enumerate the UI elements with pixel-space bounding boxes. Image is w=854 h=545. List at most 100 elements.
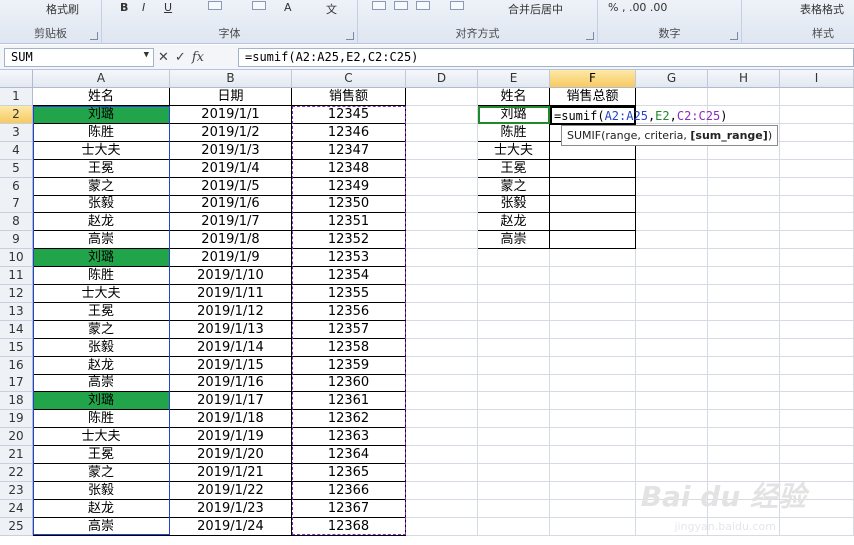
summary-name-cell[interactable]: 蒙之 xyxy=(478,177,550,196)
column-header-i[interactable]: I xyxy=(780,70,854,88)
cell-d17[interactable] xyxy=(406,374,478,393)
cell-i2[interactable] xyxy=(780,105,854,124)
table-cell[interactable]: 12368 xyxy=(292,517,406,536)
cell-g18[interactable] xyxy=(636,392,708,411)
table-cell[interactable]: 蒙之 xyxy=(33,320,170,339)
cell-g16[interactable] xyxy=(636,356,708,375)
row-header-2[interactable]: 2 xyxy=(0,105,33,124)
table-cell[interactable]: 12347 xyxy=(292,141,406,160)
cell-d14[interactable] xyxy=(406,320,478,339)
table-cell[interactable]: 2019/1/8 xyxy=(170,231,292,250)
table-cell[interactable]: 高崇 xyxy=(33,374,170,393)
cell-g17[interactable] xyxy=(636,374,708,393)
cell-e16[interactable] xyxy=(478,356,550,375)
cell-i16[interactable] xyxy=(780,356,854,375)
table-cell[interactable]: 12359 xyxy=(292,356,406,375)
column-header-d[interactable]: D xyxy=(406,70,478,88)
table-cell[interactable]: 陈胜 xyxy=(33,123,170,142)
column-header-f[interactable]: F xyxy=(550,70,636,88)
cell-g13[interactable] xyxy=(636,302,708,321)
row-header-19[interactable]: 19 xyxy=(0,410,33,429)
cell-g20[interactable] xyxy=(636,428,708,447)
cell-f18[interactable] xyxy=(550,392,636,411)
cell-f15[interactable] xyxy=(550,338,636,357)
cell-h17[interactable] xyxy=(708,374,780,393)
column-header-a[interactable]: A xyxy=(33,70,170,88)
cell-f12[interactable] xyxy=(550,284,636,303)
cell-d25[interactable] xyxy=(406,517,478,536)
font-color-icon[interactable]: A xyxy=(284,1,292,14)
column-header-h[interactable]: H xyxy=(708,70,780,88)
cell-i1[interactable] xyxy=(780,88,854,106)
table-cell[interactable]: 2019/1/7 xyxy=(170,213,292,232)
cell-h8[interactable] xyxy=(708,213,780,232)
cell-e13[interactable] xyxy=(478,302,550,321)
table-cell[interactable]: 12346 xyxy=(292,123,406,142)
chevron-down-icon[interactable]: ▼ xyxy=(144,50,149,60)
table-cell[interactable]: 12360 xyxy=(292,374,406,393)
cell-f20[interactable] xyxy=(550,428,636,447)
font-launcher-icon[interactable] xyxy=(346,32,354,40)
cell-i20[interactable] xyxy=(780,428,854,447)
column-header-c[interactable]: C xyxy=(292,70,406,88)
table-cell[interactable]: 王冕 xyxy=(33,446,170,464)
cell-f19[interactable] xyxy=(550,410,636,429)
table-cell[interactable]: 12354 xyxy=(292,267,406,285)
row-header-4[interactable]: 4 xyxy=(0,141,33,160)
row-header-16[interactable]: 16 xyxy=(0,356,33,375)
cell-i4[interactable] xyxy=(780,141,854,160)
table-cell[interactable]: 12362 xyxy=(292,410,406,429)
table-cell[interactable]: 2019/1/23 xyxy=(170,499,292,518)
cell-f9[interactable] xyxy=(550,231,636,250)
cell-g1[interactable] xyxy=(636,88,708,106)
cell-i7[interactable] xyxy=(780,195,854,214)
cell-h1[interactable] xyxy=(708,88,780,106)
cell-d4[interactable] xyxy=(406,141,478,160)
cell-f7[interactable] xyxy=(550,195,636,214)
cell-h20[interactable] xyxy=(708,428,780,447)
table-cell[interactable]: 2019/1/1 xyxy=(170,105,292,124)
number-launcher-icon[interactable] xyxy=(730,32,738,40)
cell-i12[interactable] xyxy=(780,284,854,303)
table-cell[interactable]: 2019/1/19 xyxy=(170,428,292,447)
row-header-9[interactable]: 9 xyxy=(0,231,33,250)
summary-name-cell[interactable]: 高崇 xyxy=(478,231,550,250)
table-cell[interactable]: 12353 xyxy=(292,249,406,268)
cell-g19[interactable] xyxy=(636,410,708,429)
enter-icon[interactable]: ✓ xyxy=(175,50,186,65)
table-cell[interactable]: 12364 xyxy=(292,446,406,464)
align-center-icon[interactable] xyxy=(394,1,408,10)
row-header-15[interactable]: 15 xyxy=(0,338,33,357)
table-format-button[interactable]: 表格格式 xyxy=(800,1,844,17)
cell-h16[interactable] xyxy=(708,356,780,375)
table-cell[interactable]: 2019/1/11 xyxy=(170,284,292,303)
cell-g10[interactable] xyxy=(636,249,708,268)
table-cell[interactable]: 12348 xyxy=(292,159,406,178)
table-cell[interactable]: 12363 xyxy=(292,428,406,447)
cell-d12[interactable] xyxy=(406,284,478,303)
cell-e11[interactable] xyxy=(478,267,550,285)
cell-d24[interactable] xyxy=(406,499,478,518)
row-header-5[interactable]: 5 xyxy=(0,159,33,178)
cell-d9[interactable] xyxy=(406,231,478,250)
table-cell[interactable]: 刘璐 xyxy=(33,392,170,411)
table-cell[interactable]: 12351 xyxy=(292,213,406,232)
cell-d16[interactable] xyxy=(406,356,478,375)
cell-g9[interactable] xyxy=(636,231,708,250)
cell-h9[interactable] xyxy=(708,231,780,250)
table-cell[interactable]: 蒙之 xyxy=(33,177,170,196)
merge-center-button[interactable]: 合并后居中 xyxy=(508,1,563,17)
cell-h5[interactable] xyxy=(708,159,780,178)
cell-f17[interactable] xyxy=(550,374,636,393)
cell-e25[interactable] xyxy=(478,517,550,536)
cell-h21[interactable] xyxy=(708,446,780,464)
cell-i25[interactable] xyxy=(780,517,854,536)
cell-f5[interactable] xyxy=(550,159,636,178)
row-header-6[interactable]: 6 xyxy=(0,177,33,196)
table-cell[interactable]: 2019/1/24 xyxy=(170,517,292,536)
cell-e22[interactable] xyxy=(478,463,550,482)
cell-e12[interactable] xyxy=(478,284,550,303)
alignment-launcher-icon[interactable] xyxy=(586,32,594,40)
cell-i6[interactable] xyxy=(780,177,854,196)
cell-e23[interactable] xyxy=(478,481,550,500)
